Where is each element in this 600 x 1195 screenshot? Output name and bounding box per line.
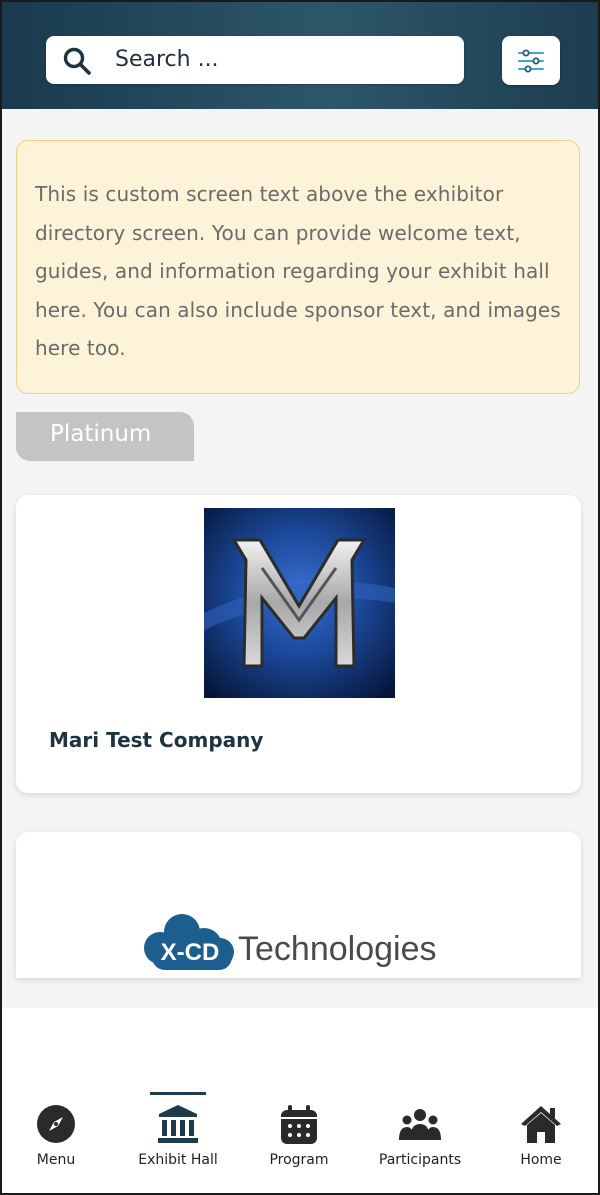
- people-icon: [399, 1109, 441, 1140]
- tab-label: Program: [269, 1152, 329, 1168]
- filter-button[interactable]: [502, 36, 560, 85]
- m-logo: [204, 508, 395, 698]
- home-icon: [521, 1106, 561, 1143]
- tab-label: Home: [520, 1152, 562, 1168]
- tab-label: Exhibit Hall: [138, 1152, 218, 1168]
- tab-home[interactable]: Home: [486, 1086, 596, 1186]
- tab-label: Participants: [378, 1152, 462, 1168]
- search-placeholder: Search ...: [115, 47, 219, 72]
- tier-label: Platinum: [50, 421, 152, 447]
- compass-icon: [37, 1105, 75, 1143]
- info-box: This is custom screen text above the exh…: [16, 140, 580, 394]
- tab-label: Menu: [36, 1152, 76, 1168]
- tab-participants[interactable]: Participants: [365, 1086, 475, 1186]
- search-icon: [63, 47, 91, 75]
- exhibitor-card[interactable]: Mari Test Company: [16, 495, 581, 793]
- sliders-icon: [518, 49, 544, 73]
- xcd-badge-text: X-CD: [161, 939, 220, 966]
- info-text: This is custom screen text above the exh…: [35, 182, 561, 360]
- calendar-icon: [281, 1105, 317, 1144]
- xcd-technologies-logo: X-CD Technologies: [144, 914, 436, 970]
- tab-program[interactable]: Program: [244, 1086, 354, 1186]
- bottom-tab-bar: Menu Exhibit Hall Program Participants H…: [0, 1086, 600, 1195]
- exhibitor-card[interactable]: X-CD Technologies: [16, 832, 581, 978]
- tab-menu[interactable]: Menu: [1, 1086, 111, 1186]
- building-icon: [158, 1105, 198, 1143]
- search-input[interactable]: Search ...: [46, 36, 464, 84]
- tier-badge: Platinum: [16, 412, 194, 461]
- exhibitor-name: Mari Test Company: [49, 728, 264, 752]
- xcd-word-text: Technologies: [238, 930, 436, 968]
- tab-exhibit-hall[interactable]: Exhibit Hall: [123, 1086, 233, 1186]
- header-bar: Search ...: [0, 0, 600, 109]
